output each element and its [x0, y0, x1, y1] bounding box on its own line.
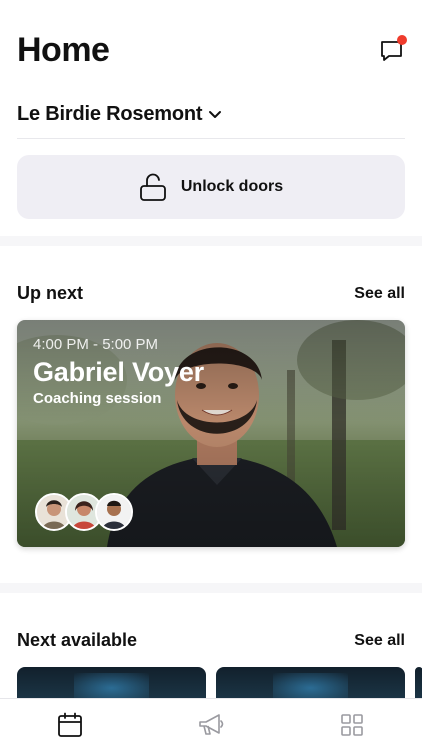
- calendar-icon: [58, 712, 83, 737]
- next-available-see-all-link[interactable]: See all: [354, 632, 405, 650]
- avatar: [95, 493, 133, 531]
- chat-button[interactable]: [379, 35, 407, 64]
- coach-name: Gabriel Voyer: [33, 357, 204, 387]
- next-available-header: Next available See all: [17, 630, 405, 651]
- session-type: Coaching session: [33, 390, 162, 407]
- up-next-header: Up next See all: [17, 283, 405, 304]
- up-next-see-all-link[interactable]: See all: [354, 285, 405, 303]
- next-available-title: Next available: [17, 630, 138, 650]
- tab-announcements[interactable]: [181, 705, 241, 745]
- unlock-icon: [139, 173, 166, 201]
- location-name: Le Birdie Rosemont: [17, 103, 203, 125]
- megaphone-icon: [199, 713, 224, 735]
- tab-more[interactable]: [322, 705, 382, 745]
- section-separator: [0, 236, 422, 246]
- notification-dot: [397, 35, 407, 45]
- divider: [17, 138, 405, 139]
- grid-icon: [340, 713, 363, 736]
- unlock-doors-label: Unlock doors: [180, 178, 284, 195]
- participant-avatars: [35, 493, 133, 531]
- tab-bar: [0, 698, 422, 750]
- tab-calendar[interactable]: [40, 705, 100, 745]
- header: Home: [17, 28, 407, 72]
- location-selector[interactable]: Le Birdie Rosemont: [17, 103, 222, 126]
- up-next-card[interactable]: 4:00 PM - 5:00 PM Gabriel Voyer Coaching…: [17, 320, 405, 547]
- session-time: 4:00 PM - 5:00 PM: [33, 336, 159, 353]
- chevron-down-icon: [209, 110, 222, 118]
- page-title: Home: [17, 31, 110, 69]
- section-separator: [0, 583, 422, 593]
- home-screen: Home Le Birdie Rosemont Unlock doors Up …: [0, 0, 422, 750]
- up-next-title: Up next: [17, 283, 84, 303]
- unlock-doors-button[interactable]: Unlock doors: [17, 155, 405, 219]
